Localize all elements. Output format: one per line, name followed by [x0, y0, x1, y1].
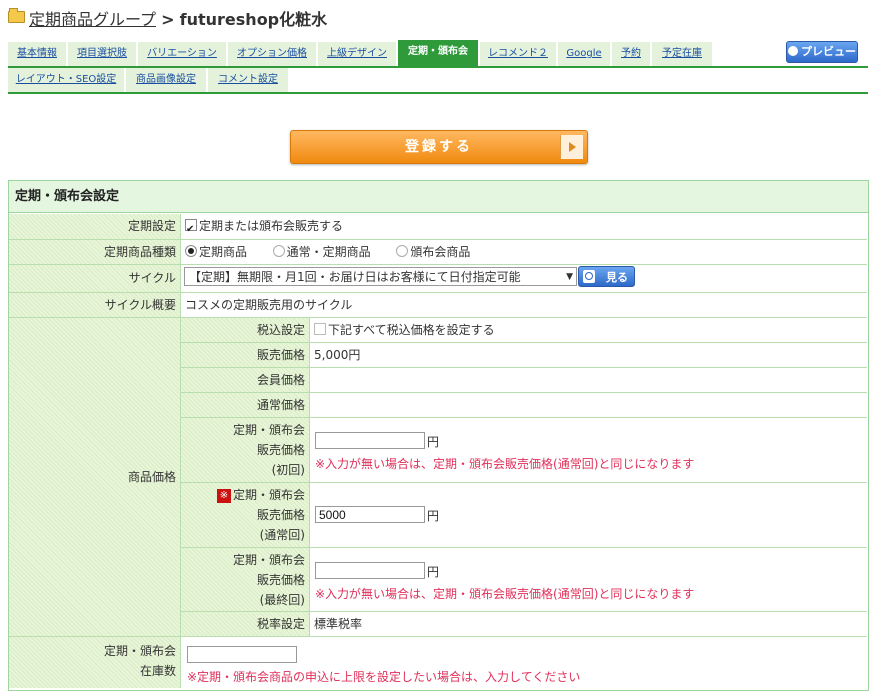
tab-layout-seo[interactable]: レイアウト・SEO設定: [8, 68, 124, 92]
label-first-price: 定期・頒布会 販売価格 (初回): [181, 418, 309, 482]
section-title: 定期・頒布会設定: [9, 181, 868, 213]
breadcrumb: 定期商品グループ > futureshop化粧水: [8, 6, 327, 30]
label-product-price: 商品価格: [9, 318, 180, 636]
stock-input[interactable]: [187, 646, 297, 663]
tab-recommend2[interactable]: レコメンド２: [480, 42, 556, 66]
label-first-line1: 定期・頒布会: [232, 423, 305, 437]
regular-price-unit: 円: [427, 509, 440, 523]
radio-hanpukai[interactable]: [396, 245, 409, 257]
tab-comment-settings[interactable]: コメント設定: [208, 68, 288, 92]
tab-reservation[interactable]: 予約: [612, 42, 650, 66]
tab-advanced-design[interactable]: 上級デザイン: [318, 42, 396, 66]
label-final-line3: (最終回): [259, 593, 305, 607]
cycle-select[interactable]: 【定期】無期限・月1回・お届け日はお客様にて日付指定可能 ▼: [184, 267, 577, 286]
tab-image-settings[interactable]: 商品画像設定: [126, 68, 206, 92]
cycle-summary-value: コスメの定期販売用のサイクル: [185, 298, 353, 312]
radio-teiki[interactable]: [185, 245, 197, 257]
member-price-value: [310, 368, 314, 392]
label-cycle-summary: サイクル概要: [9, 293, 180, 317]
preview-icon: [788, 46, 798, 56]
radio-normal-teiki[interactable]: [272, 245, 285, 257]
label-member-price: 会員価格: [181, 368, 309, 392]
final-price-note: ※入力が無い場合は、定期・頒布会販売価格(通常回)と同じになります: [315, 587, 695, 601]
preview-label: プレビュー: [801, 45, 856, 58]
label-normal-price: 通常価格: [181, 393, 309, 417]
label-final-line2: 販売価格: [256, 573, 305, 587]
final-price-input[interactable]: [315, 562, 425, 579]
label-stock-line2: 在庫数: [139, 664, 176, 678]
radio-teiki-label[interactable]: 定期商品: [199, 245, 247, 259]
label-sale-price: 販売価格: [181, 343, 309, 367]
label-final-price: 定期・頒布会 販売価格 (最終回): [181, 548, 309, 611]
label-tax-rate: 税率設定: [181, 612, 309, 636]
teiki-setting-checkbox-label[interactable]: 定期または頒布会販売する: [199, 219, 343, 233]
stock-note: ※定期・頒布会商品の申込に上限を設定したい場合は、入力してください: [187, 670, 581, 684]
breadcrumb-parent-link[interactable]: 定期商品グループ: [29, 10, 156, 29]
magnifier-icon: [583, 270, 595, 283]
register-button[interactable]: 登録する: [290, 130, 588, 164]
tax-rate-value: 標準税率: [314, 617, 363, 631]
label-regular-line3: (通常回): [259, 528, 305, 542]
tab-subscription[interactable]: 定期・頒布会: [398, 40, 478, 66]
label-product-type: 定期商品種類: [9, 240, 180, 264]
required-mark: ※: [216, 489, 231, 503]
regular-price-input[interactable]: [315, 506, 425, 523]
tax-inclusive-checkbox[interactable]: [314, 323, 326, 335]
arrow-right-icon: [560, 135, 583, 159]
tab-planned-stock[interactable]: 予定在庫: [652, 42, 712, 66]
teiki-setting-field: 定期または頒布会販売する: [181, 214, 343, 242]
first-price-input[interactable]: [315, 432, 425, 449]
preview-button[interactable]: プレビュー: [786, 41, 858, 63]
label-stock: 定期・頒布会 在庫数: [9, 637, 180, 688]
register-label: 登録する: [405, 139, 473, 155]
tax-setting-field: 下記すべて税込価格を設定する: [310, 318, 495, 342]
radio-normal-teiki-label[interactable]: 通常・定期商品: [287, 245, 371, 259]
label-regular-line1: ※ 定期・頒布会: [181, 485, 305, 505]
first-price-unit: 円: [427, 435, 440, 449]
product-type-radio-group: 定期商品 通常・定期商品 頒布会商品: [181, 240, 470, 264]
label-regular-line2: 販売価格: [256, 508, 305, 522]
label-final-line1: 定期・頒布会: [232, 553, 305, 567]
divider: [309, 318, 310, 636]
cycle-select-value: 【定期】無期限・月1回・お届け日はお客様にて日付指定可能: [189, 270, 521, 284]
label-tax-setting: 税込設定: [181, 318, 309, 342]
label-first-line3: (初回): [271, 463, 305, 477]
tab-option-price[interactable]: オプション価格: [228, 42, 316, 66]
view-cycle-button[interactable]: 見る: [578, 266, 635, 287]
folder-icon: [8, 8, 25, 23]
view-cycle-label: 見る: [606, 271, 628, 284]
tab-item-options[interactable]: 項目選択肢: [68, 42, 136, 66]
breadcrumb-separator: >: [161, 10, 175, 29]
normal-price-value: [310, 393, 314, 417]
tab-google[interactable]: Google: [558, 42, 610, 66]
first-price-note: ※入力が無い場合は、定期・頒布会販売価格(通常回)と同じになります: [315, 457, 695, 471]
label-regular-price: ※ 定期・頒布会 販売価格 (通常回): [181, 483, 309, 547]
label-cycle: サイクル: [9, 265, 180, 292]
tab-basic-info[interactable]: 基本情報: [8, 42, 66, 66]
tab-bar-secondary: レイアウト・SEO設定 商品画像設定 コメント設定: [8, 68, 868, 94]
label-regular-line1-text: 定期・頒布会: [232, 488, 305, 502]
tab-bar-primary: 基本情報 項目選択肢 バリエーション オプション価格 上級デザイン 定期・頒布会…: [8, 40, 868, 68]
breadcrumb-current: futureshop化粧水: [179, 10, 328, 29]
dropdown-caret-icon: ▼: [566, 272, 573, 282]
label-stock-line1: 定期・頒布会: [103, 644, 176, 658]
tab-variation[interactable]: バリエーション: [138, 42, 226, 66]
teiki-setting-checkbox[interactable]: [185, 217, 197, 242]
radio-hanpukai-label[interactable]: 頒布会商品: [410, 245, 470, 259]
sale-price-value: 5,000円: [314, 348, 361, 362]
tax-inclusive-label[interactable]: 下記すべて税込価格を設定する: [328, 323, 495, 337]
final-price-unit: 円: [427, 565, 440, 579]
label-teiki-setting: 定期設定: [9, 214, 180, 239]
label-first-line2: 販売価格: [256, 443, 305, 457]
